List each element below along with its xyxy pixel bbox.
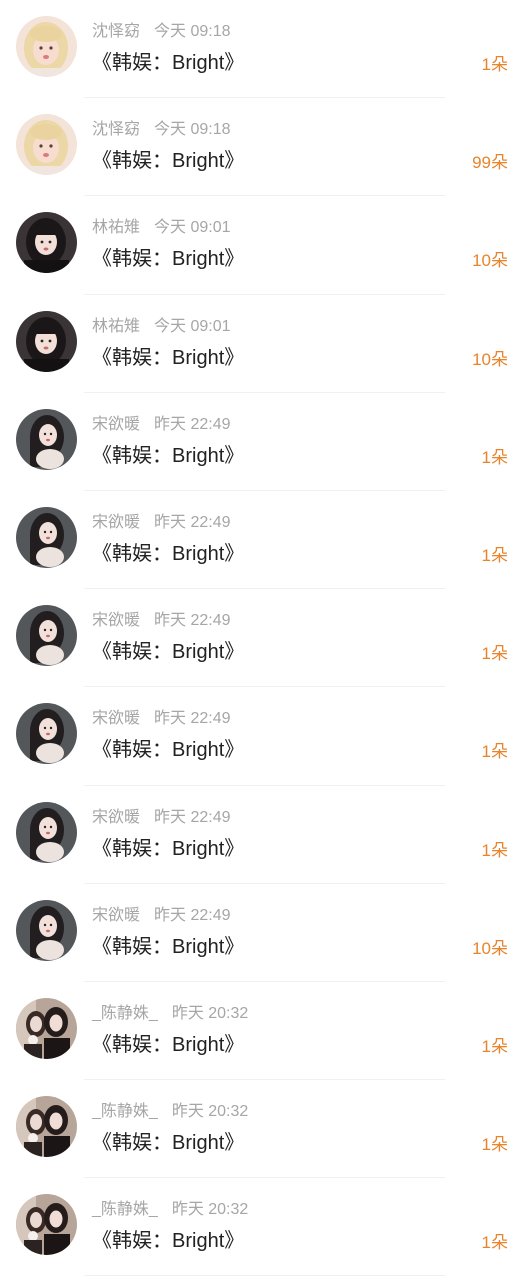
gift-count: 10朵 [472, 938, 508, 958]
avatar[interactable] [16, 212, 77, 274]
gift-record-list: 沈怿窈 今天 09:18 《韩娱：Bright》 1朵 沈怿窈 今天 09:18 《… [0, 0, 525, 1277]
book-title[interactable]: 《韩娱：Bright》 [92, 1228, 244, 1254]
list-item[interactable]: 宋欲暖 昨天 22:49 《韩娱：Bright》 1朵 [0, 786, 525, 884]
avatar[interactable] [16, 114, 77, 176]
gift-count: 10朵 [472, 349, 508, 369]
username[interactable]: 沈怿窈 [92, 23, 140, 40]
gift-count: 1朵 [481, 742, 508, 762]
timestamp: 昨天 22:49 [154, 906, 231, 924]
book-title[interactable]: 《韩娱：Bright》 [92, 148, 244, 174]
username[interactable]: 林祐雉 [92, 219, 140, 236]
meta-line: _陈静姝_ 昨天 20:32 [92, 1102, 248, 1122]
gift-count: 1朵 [481, 644, 508, 664]
username[interactable]: 宋欲暖 [92, 612, 140, 629]
list-item[interactable]: 宋欲暖 昨天 22:49 《韩娱：Bright》 1朵 [0, 589, 525, 688]
avatar[interactable] [16, 1096, 77, 1158]
avatar[interactable] [16, 408, 77, 470]
username[interactable]: 沈怿窈 [92, 121, 140, 138]
avatar[interactable] [16, 703, 77, 765]
meta-line: 宋欲暖 昨天 22:49 [92, 709, 231, 729]
meta-line: _陈静姝_ 昨天 20:32 [92, 1200, 248, 1220]
username[interactable]: 宋欲暖 [92, 907, 140, 924]
gift-count: 1朵 [481, 55, 508, 74]
avatar[interactable] [16, 605, 77, 667]
timestamp: 昨天 22:49 [154, 415, 231, 433]
book-title[interactable]: 《韩娱：Bright》 [92, 639, 244, 665]
meta-line: _陈静姝_ 昨天 20:32 [92, 1004, 248, 1024]
book-title[interactable]: 《韩娱：Bright》 [92, 443, 244, 469]
timestamp: 昨天 20:32 [171, 1201, 249, 1219]
list-item[interactable]: 沈怿窈 今天 09:18 《韩娱：Bright》 1朵 [0, 0, 525, 99]
gift-count: 1朵 [481, 1233, 508, 1253]
timestamp: 今天 09:01 [154, 317, 231, 335]
username[interactable]: 林祐雉 [92, 318, 140, 335]
book-title[interactable]: 《韩娱：Bright》 [92, 934, 244, 960]
meta-line: 林祐雉 今天 09:01 [92, 218, 231, 238]
list-item[interactable]: 宋欲暖 昨天 22:49 《韩娱：Bright》 1朵 [0, 393, 525, 492]
book-title[interactable]: 《韩娱：Bright》 [92, 50, 244, 76]
username[interactable]: _陈静姝_ [92, 1201, 158, 1218]
book-title[interactable]: 《韩娱：Bright》 [92, 541, 244, 567]
meta-line: 宋欲暖 昨天 22:49 [92, 611, 231, 631]
timestamp: 昨天 20:32 [171, 1004, 249, 1022]
timestamp: 今天 09:18 [154, 23, 231, 40]
meta-line: 林祐雉 今天 09:01 [92, 317, 231, 337]
username[interactable]: 宋欲暖 [92, 809, 140, 826]
book-title[interactable]: 《韩娱：Bright》 [92, 737, 244, 763]
avatar[interactable] [16, 899, 77, 961]
meta-line: 宋欲暖 昨天 22:49 [92, 513, 231, 533]
list-item[interactable]: 宋欲暖 昨天 22:49 《韩娱：Bright》 10朵 [0, 884, 525, 983]
list-item[interactable]: 林祐雉 今天 09:01 《韩娱：Bright》 10朵 [0, 196, 525, 295]
book-title[interactable]: 《韩娱：Bright》 [92, 836, 244, 862]
book-title[interactable]: 《韩娱：Bright》 [92, 1130, 244, 1156]
gift-count: 1朵 [481, 1135, 508, 1155]
avatar[interactable] [16, 310, 77, 372]
avatar[interactable] [16, 997, 77, 1059]
timestamp: 今天 09:18 [154, 121, 231, 139]
meta-line: 宋欲暖 昨天 22:49 [92, 415, 231, 435]
meta-line: 沈怿窈 今天 09:18 [92, 120, 231, 140]
book-title[interactable]: 《韩娱：Bright》 [92, 345, 244, 371]
gift-count: 1朵 [481, 840, 508, 860]
timestamp: 今天 09:01 [154, 219, 231, 237]
username[interactable]: 宋欲暖 [92, 514, 140, 531]
gift-count: 10朵 [472, 251, 508, 271]
timestamp: 昨天 22:49 [154, 808, 231, 826]
avatar[interactable] [16, 1194, 77, 1256]
book-title[interactable]: 《韩娱：Bright》 [92, 1032, 244, 1058]
avatar[interactable] [16, 506, 77, 568]
list-item[interactable]: 宋欲暖 昨天 22:49 《韩娱：Bright》 1朵 [0, 491, 525, 590]
meta-line: 沈怿窈 今天 09:18 [92, 22, 231, 42]
timestamp: 昨天 22:49 [154, 612, 231, 630]
timestamp: 昨天 20:32 [171, 1103, 249, 1121]
book-title[interactable]: 《韩娱：Bright》 [92, 246, 244, 272]
username[interactable]: 宋欲暖 [92, 416, 140, 433]
username[interactable]: _陈静姝_ [92, 1103, 158, 1120]
avatar[interactable] [16, 801, 77, 863]
gift-count: 1朵 [481, 447, 508, 467]
list-item[interactable]: 沈怿窈 今天 09:18 《韩娱：Bright》 99朵 [0, 98, 525, 197]
list-item[interactable]: _陈静姝_ 昨天 20:32 《韩娱：Bright》 1朵 [0, 1080, 525, 1179]
gift-count: 1朵 [481, 545, 508, 565]
list-item[interactable]: 宋欲暖 昨天 22:49 《韩娱：Bright》 1朵 [0, 687, 525, 786]
gift-count: 99朵 [472, 153, 508, 173]
username[interactable]: _陈静姝_ [92, 1005, 158, 1022]
username[interactable]: 宋欲暖 [92, 710, 140, 727]
timestamp: 昨天 22:49 [154, 513, 231, 531]
gift-count: 1朵 [481, 1036, 508, 1056]
avatar[interactable] [16, 16, 77, 77]
meta-line: 宋欲暖 昨天 22:49 [92, 808, 231, 828]
list-item[interactable]: _陈静姝_ 昨天 20:32 《韩娱：Bright》 1朵 [0, 1178, 525, 1277]
timestamp: 昨天 22:49 [154, 710, 231, 728]
meta-line: 宋欲暖 昨天 22:49 [92, 906, 231, 926]
list-item[interactable]: _陈静姝_ 昨天 20:32 《韩娱：Bright》 1朵 [0, 982, 525, 1081]
list-item[interactable]: 林祐雉 今天 09:01 《韩娱：Bright》 10朵 [0, 295, 525, 393]
